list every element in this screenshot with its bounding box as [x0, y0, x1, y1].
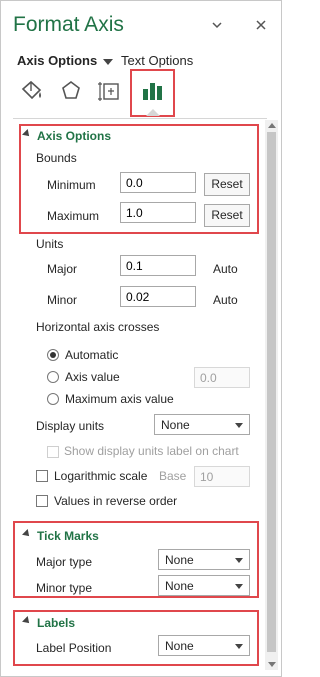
display-units-value: None	[161, 418, 190, 432]
section-labels-header[interactable]: Labels	[37, 616, 75, 630]
major-unit-input[interactable]	[120, 255, 196, 276]
chevron-down-icon	[235, 584, 243, 589]
tab-axis-options-label: Axis Options	[17, 53, 98, 68]
values-reverse-order-label[interactable]: Values in reverse order	[54, 494, 177, 508]
maximum-reset-button[interactable]: Reset	[204, 204, 250, 227]
radio-axis-value-label[interactable]: Axis value	[65, 370, 120, 384]
chevron-down-icon	[235, 558, 243, 563]
selected-tab-pointer	[146, 109, 160, 116]
display-units-dropdown[interactable]: None	[154, 414, 250, 435]
major-type-value: None	[165, 553, 194, 567]
fill-line-icon[interactable]	[18, 77, 46, 105]
scroll-thumb[interactable]	[267, 132, 276, 652]
radio-maximum-axis-value-label[interactable]: Maximum axis value	[65, 392, 174, 406]
logarithmic-scale-checkbox[interactable]	[36, 470, 48, 482]
base-input[interactable]	[194, 466, 250, 487]
close-icon[interactable]	[251, 15, 271, 35]
tab-axis-options[interactable]: Axis Options	[17, 53, 114, 68]
section-axis-options-header[interactable]: Axis Options	[37, 129, 111, 143]
major-type-label: Major type	[36, 555, 93, 569]
chevron-down-icon[interactable]	[207, 15, 227, 35]
logarithmic-scale-label[interactable]: Logarithmic scale	[54, 469, 147, 483]
section-collapse-icon[interactable]	[22, 129, 32, 139]
maximum-label: Maximum	[47, 209, 100, 223]
radio-automatic[interactable]	[47, 349, 59, 361]
minor-type-dropdown[interactable]: None	[158, 575, 250, 596]
chevron-down-icon	[235, 644, 243, 649]
minor-type-value: None	[165, 579, 194, 593]
show-display-units-checkbox[interactable]	[47, 446, 59, 458]
minor-type-label: Minor type	[36, 581, 93, 595]
section-collapse-icon[interactable]	[22, 616, 32, 626]
minor-unit-label: Minor	[47, 293, 78, 307]
tab-caret-icon	[103, 58, 114, 65]
minimum-reset-button[interactable]: Reset	[204, 173, 250, 196]
effects-icon[interactable]	[57, 77, 85, 105]
vertical-scrollbar[interactable]	[265, 120, 278, 670]
major-unit-label: Major	[47, 262, 78, 276]
scroll-up-icon[interactable]	[268, 123, 276, 128]
label-position-dropdown[interactable]: None	[158, 635, 250, 656]
label-position-label: Label Position	[36, 641, 112, 655]
maximum-input[interactable]	[120, 202, 196, 223]
values-reverse-order-checkbox[interactable]	[36, 495, 48, 507]
chevron-down-icon	[235, 423, 243, 428]
bounds-label: Bounds	[36, 151, 77, 165]
major-unit-auto: Auto	[213, 262, 238, 276]
label-position-value: None	[165, 639, 194, 653]
major-type-dropdown[interactable]: None	[158, 549, 250, 570]
radio-automatic-label[interactable]: Automatic	[65, 348, 118, 362]
pane-title: Format Axis	[13, 13, 124, 36]
tab-divider	[13, 118, 267, 119]
radio-maximum-axis-value[interactable]	[47, 393, 59, 405]
size-properties-icon[interactable]	[96, 77, 124, 105]
units-label: Units	[36, 237, 64, 251]
section-tick-marks-header[interactable]: Tick Marks	[37, 529, 99, 543]
base-label: Base	[159, 469, 187, 483]
show-display-units-label: Show display units label on chart	[64, 444, 239, 458]
display-units-label: Display units	[36, 419, 105, 433]
minor-unit-input[interactable]	[120, 286, 196, 307]
minimum-input[interactable]	[120, 172, 196, 193]
minimum-label: Minimum	[47, 178, 96, 192]
axis-value-input[interactable]	[194, 367, 250, 388]
section-collapse-icon[interactable]	[22, 529, 32, 539]
tab-text-options[interactable]: Text Options	[121, 53, 193, 68]
scroll-down-icon[interactable]	[268, 662, 276, 667]
minor-unit-auto: Auto	[213, 293, 238, 307]
radio-axis-value[interactable]	[47, 371, 59, 383]
horizontal-axis-crosses-label: Horizontal axis crosses	[36, 320, 160, 334]
